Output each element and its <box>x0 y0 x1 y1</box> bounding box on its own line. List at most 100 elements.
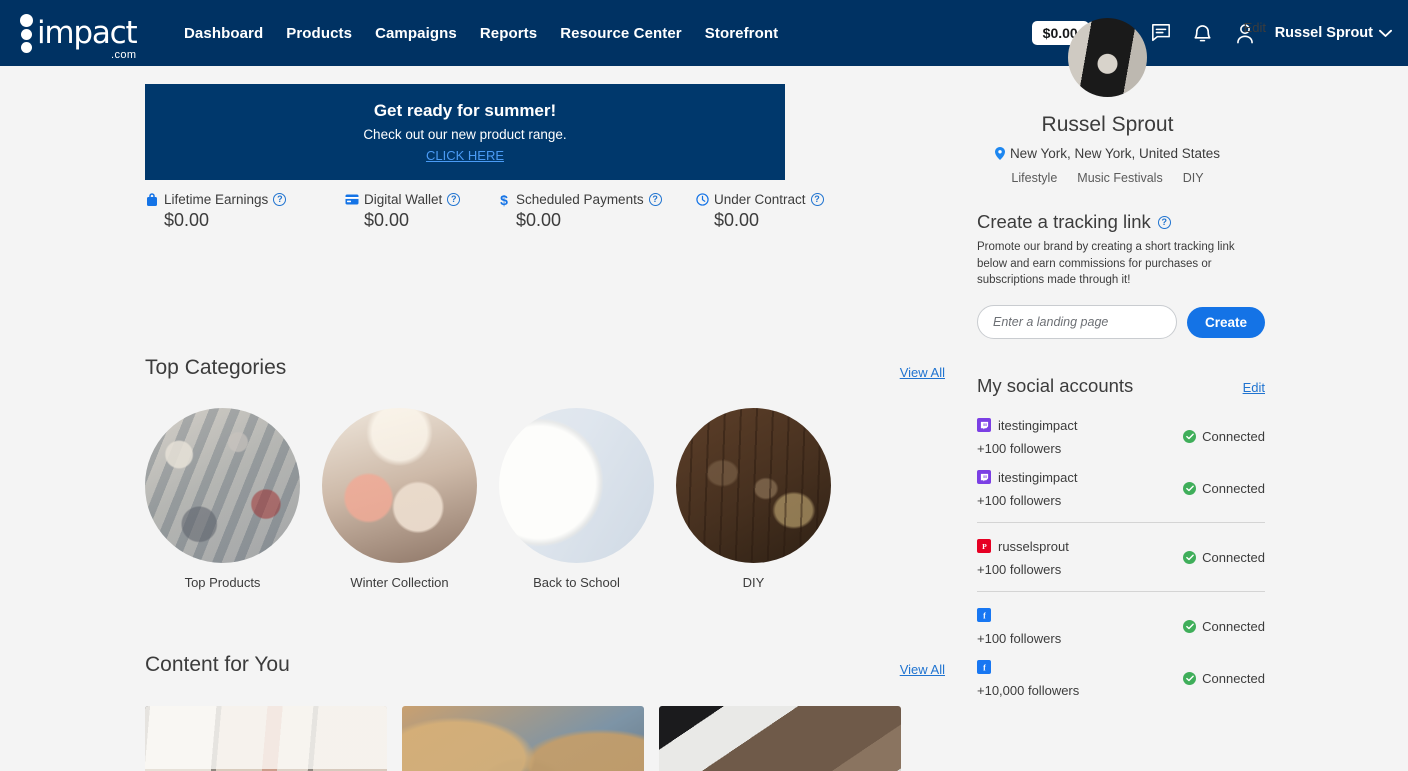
social-handle: itestingimpact <box>998 417 1078 433</box>
social-account-row[interactable]: P russelsprout +100 followers Connected <box>977 531 1265 583</box>
social-followers: +10,000 followers <box>977 683 1080 699</box>
profile-location: New York, New York, United States <box>950 146 1408 161</box>
social-status: Connected <box>1183 481 1265 496</box>
stat-scheduled-payments: $ Scheduled Payments ? $0.00 <box>497 192 695 231</box>
stat-lifetime-earnings: Lifetime Earnings ? $0.00 <box>145 192 345 231</box>
category-image <box>145 408 300 563</box>
twitch-icon <box>977 418 991 433</box>
social-accounts-edit-link[interactable]: Edit <box>1243 380 1265 395</box>
social-status-label: Connected <box>1202 671 1265 687</box>
stat-value: $0.00 <box>364 210 410 230</box>
svg-text:P: P <box>982 542 987 551</box>
content-for-you-section: Content for You View All <box>145 653 945 771</box>
section-title: Top Categories <box>145 356 287 379</box>
social-account-row[interactable]: f +100 followers Connected <box>977 600 1265 652</box>
social-account-group: f +100 followers Connected f +10,000 fol… <box>977 591 1265 704</box>
facebook-icon: f <box>977 608 991 623</box>
content-card-photographer[interactable] <box>402 706 644 771</box>
social-status-label: Connected <box>1202 429 1265 445</box>
social-account-row[interactable]: f +10,000 followers Connected <box>977 652 1265 704</box>
stat-digital-wallet: Digital Wallet ? $0.00 <box>345 192 497 231</box>
avatar[interactable] <box>1068 18 1147 97</box>
category-item-top-products[interactable]: Top Products <box>145 408 300 590</box>
category-label: Winter Collection <box>350 575 449 590</box>
category-image <box>322 408 477 563</box>
profile-location-text: New York, New York, United States <box>1009 146 1221 161</box>
top-categories-list: Top Products Winter Collection Back to S… <box>145 408 945 590</box>
content-card-imac-desk[interactable] <box>659 706 901 771</box>
profile-tag: DIY <box>1182 171 1204 185</box>
check-circle-icon <box>1183 551 1197 565</box>
social-status-label: Connected <box>1202 481 1265 497</box>
stat-value: $0.00 <box>714 210 760 230</box>
section-title: Content for You <box>145 653 290 676</box>
social-account-row[interactable]: itestingimpact +100 followers Connected <box>977 410 1265 462</box>
content-for-you-view-all[interactable]: View All <box>900 662 945 677</box>
category-label: DIY <box>742 575 765 590</box>
category-item-diy[interactable]: DIY <box>676 408 831 590</box>
credit-card-icon <box>345 193 359 207</box>
social-status: Connected <box>1183 671 1265 686</box>
lock-bag-icon <box>145 192 159 207</box>
impact-logo[interactable]: impact .com <box>20 13 152 61</box>
profile-edit-link[interactable]: Edit <box>1244 20 1266 35</box>
social-status-label: Connected <box>1202 619 1265 635</box>
content-card-dining-room[interactable] <box>145 706 387 771</box>
help-icon[interactable]: ? <box>1157 215 1171 229</box>
social-status: Connected <box>1183 619 1265 634</box>
content-card-image <box>145 706 387 771</box>
check-circle-icon <box>1183 430 1197 444</box>
social-account-row[interactable]: itestingimpact +100 followers Connected <box>977 462 1265 514</box>
location-pin-icon <box>994 147 1005 160</box>
category-label: Back to School <box>533 575 620 590</box>
category-item-winter-collection[interactable]: Winter Collection <box>322 408 477 590</box>
help-icon[interactable]: ? <box>273 193 287 206</box>
stat-value: $0.00 <box>516 210 562 230</box>
create-tracking-link-button[interactable]: Create <box>1186 306 1265 338</box>
dollar-icon: $ <box>497 193 511 207</box>
stat-label: Under Contract <box>714 192 806 207</box>
tracking-link-description: Promote our brand by creating a short tr… <box>977 241 1235 287</box>
social-accounts-list: itestingimpact +100 followers Connected <box>977 410 1265 704</box>
social-followers: +100 followers <box>977 631 1062 647</box>
help-icon[interactable]: ? <box>447 193 461 206</box>
category-image <box>676 408 831 563</box>
pinterest-icon: P <box>977 539 991 554</box>
stat-value: $0.00 <box>164 210 210 230</box>
category-label: Top Products <box>184 575 261 590</box>
check-circle-icon <box>1183 672 1197 686</box>
nav-item-campaigns[interactable]: Campaigns <box>375 25 457 42</box>
profile-tag: Lifestyle <box>1011 171 1058 185</box>
social-followers: +100 followers <box>977 562 1062 578</box>
nav-item-dashboard[interactable]: Dashboard <box>184 25 263 42</box>
help-icon[interactable]: ? <box>810 193 824 206</box>
social-status: Connected <box>1183 429 1265 444</box>
logo-wordmark: impact <box>37 14 138 51</box>
social-handle: itestingimpact <box>998 469 1078 485</box>
stat-label: Lifetime Earnings <box>164 192 269 207</box>
promo-banner-cta[interactable]: CLICK HERE <box>426 148 504 163</box>
svg-text:f: f <box>983 611 986 619</box>
help-icon[interactable]: ? <box>648 193 662 206</box>
landing-page-input[interactable] <box>977 305 1177 340</box>
category-image <box>499 408 654 563</box>
profile-tag: Music Festivals <box>1077 171 1163 185</box>
nav-item-resource-center[interactable]: Resource Center <box>560 25 682 42</box>
nav-item-reports[interactable]: Reports <box>480 25 537 42</box>
nav-item-products[interactable]: Products <box>286 25 352 42</box>
top-categories-section: Top Categories View All Top Products Win… <box>145 356 945 590</box>
profile-name: Russel Sprout <box>1041 113 1174 136</box>
social-accounts-section: My social accounts Edit itestingimpact +… <box>950 375 1408 704</box>
logo-dots-icon <box>20 13 33 53</box>
profile-tags: Lifestyle Music Festivals DIY <box>950 171 1408 185</box>
stat-under-contract: Under Contract ? $0.00 <box>695 192 855 231</box>
category-item-back-to-school[interactable]: Back to School <box>499 408 654 590</box>
facebook-icon: f <box>977 660 991 675</box>
social-account-group: P russelsprout +100 followers Connected <box>977 522 1265 583</box>
nav-item-storefront[interactable]: Storefront <box>705 25 779 42</box>
promo-banner[interactable]: Get ready for summer! Check out our new … <box>145 84 785 180</box>
top-categories-view-all[interactable]: View All <box>900 365 945 380</box>
content-card-image <box>659 706 901 771</box>
social-account-group: itestingimpact +100 followers Connected <box>977 410 1265 514</box>
twitch-icon <box>977 470 991 485</box>
